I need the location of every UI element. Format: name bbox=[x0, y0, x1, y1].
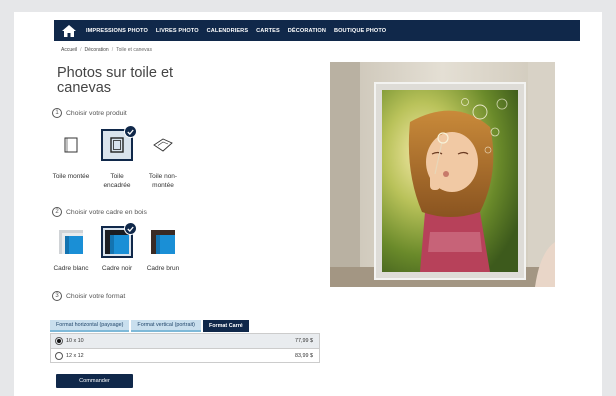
size-table: 10 x 10 77,99 $ 12 x 12 83,99 $ bbox=[50, 333, 320, 363]
frame-label: Cadre brun bbox=[146, 265, 180, 272]
breadcrumb: Accueil / Décoration / Toile et canevas bbox=[61, 47, 152, 53]
size-label: 10 x 10 bbox=[66, 338, 84, 344]
product-label: Toile non-montée bbox=[148, 173, 178, 189]
product-label: Toile montée bbox=[52, 173, 90, 180]
radio-button[interactable] bbox=[55, 351, 63, 360]
product-option-box[interactable] bbox=[55, 129, 87, 161]
frame-option-box[interactable] bbox=[55, 226, 87, 258]
tab-format-horizontal[interactable]: Format horizontal (paysage) bbox=[50, 320, 130, 332]
nav-decoration[interactable]: DÉCORATION bbox=[288, 28, 326, 34]
nav-boutique-photo[interactable]: BOUTIQUE PHOTO bbox=[334, 28, 386, 34]
frame-black-icon bbox=[105, 230, 129, 254]
size-price: 77,99 $ bbox=[295, 338, 313, 344]
product-option-box-selected[interactable] bbox=[101, 125, 137, 161]
product-preview-image bbox=[330, 62, 555, 287]
frame-option-box-selected[interactable] bbox=[101, 222, 137, 258]
tab-format-carre[interactable]: Format Carré bbox=[202, 320, 249, 332]
frame-label: Cadre blanc bbox=[53, 265, 89, 272]
nav-calendriers[interactable]: CALENDRIERS bbox=[207, 28, 249, 34]
canvas-framed-icon bbox=[110, 137, 124, 153]
order-button[interactable]: Commander bbox=[56, 374, 133, 388]
product-option-box[interactable] bbox=[147, 129, 179, 161]
step-2-label: Choisir votre cadre en bois bbox=[66, 208, 147, 216]
product-label: Toile encadrée bbox=[103, 173, 131, 189]
breadcrumb-current: Toile et canevas bbox=[116, 47, 152, 53]
frame-brown-icon bbox=[151, 230, 175, 254]
home-icon[interactable] bbox=[62, 24, 76, 37]
nav-livres-photo[interactable]: LIVRES PHOTO bbox=[156, 28, 199, 34]
tab-format-vertical[interactable]: Format vertical (portrait) bbox=[131, 320, 201, 332]
nav-cartes[interactable]: CARTES bbox=[256, 28, 280, 34]
canvas-mounted-icon bbox=[64, 137, 78, 153]
step-3-number: 3 bbox=[52, 291, 62, 301]
size-row[interactable]: 12 x 12 83,99 $ bbox=[51, 348, 319, 362]
step-1-heading: 1 Choisir votre produit bbox=[52, 108, 127, 118]
checkmark-icon bbox=[124, 222, 137, 235]
frame-label: Cadre noir bbox=[101, 265, 133, 272]
page-title: Photos sur toile et canevas bbox=[57, 65, 174, 96]
size-row[interactable]: 10 x 10 77,99 $ bbox=[51, 334, 319, 348]
step-3-label: Choisir votre format bbox=[66, 292, 126, 300]
step-3-heading: 3 Choisir votre format bbox=[52, 291, 125, 301]
nav-impressions-photo[interactable]: IMPRESSIONS PHOTO bbox=[86, 28, 148, 34]
step-2-heading: 2 Choisir votre cadre en bois bbox=[52, 207, 147, 217]
canvas-unmounted-icon bbox=[153, 138, 173, 152]
step-1-label: Choisir votre produit bbox=[66, 109, 127, 117]
radio-button-selected[interactable] bbox=[55, 337, 63, 345]
breadcrumb-home[interactable]: Accueil bbox=[61, 47, 77, 53]
frame-white-icon bbox=[59, 230, 83, 254]
breadcrumb-section[interactable]: Décoration bbox=[85, 47, 109, 53]
format-tabs: Format horizontal (paysage) Format verti… bbox=[50, 320, 249, 332]
frame-option-box[interactable] bbox=[147, 226, 179, 258]
page: IMPRESSIONS PHOTO LIVRES PHOTO CALENDRIE… bbox=[14, 12, 602, 396]
top-nav: IMPRESSIONS PHOTO LIVRES PHOTO CALENDRIE… bbox=[54, 20, 580, 41]
step-2-number: 2 bbox=[52, 207, 62, 217]
size-label: 12 x 12 bbox=[66, 352, 84, 359]
size-price: 83,99 $ bbox=[295, 352, 313, 359]
checkmark-icon bbox=[124, 125, 137, 138]
step-1-number: 1 bbox=[52, 108, 62, 118]
